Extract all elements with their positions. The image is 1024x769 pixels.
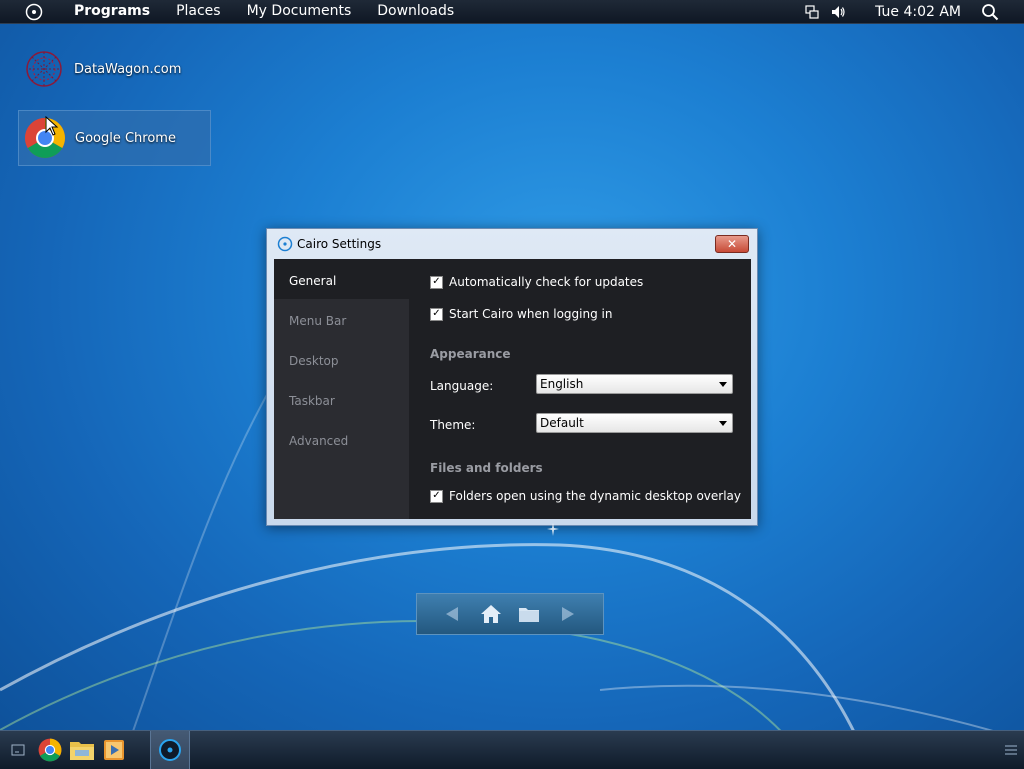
checkbox-checked-icon: ✓ xyxy=(430,307,443,321)
browse-folder-button[interactable] xyxy=(517,602,541,626)
menu-bar: Programs Places My Documents Downloads T… xyxy=(0,0,1024,24)
desktop-icon-label: DataWagon.com xyxy=(74,61,182,77)
settings-nav: General Menu Bar Desktop Taskbar Advance… xyxy=(274,259,409,519)
back-button[interactable] xyxy=(440,602,464,626)
cairo-logo-icon xyxy=(277,236,293,252)
nav-item-taskbar[interactable]: Taskbar xyxy=(274,379,409,419)
file-explorer-icon xyxy=(70,742,94,760)
taskbar-cairo-settings-button[interactable] xyxy=(150,731,190,769)
forward-button[interactable] xyxy=(556,602,580,626)
home-button[interactable] xyxy=(479,602,503,626)
show-desktop-button[interactable] xyxy=(2,734,34,766)
volume-icon[interactable] xyxy=(830,4,846,20)
folders-overlay-checkbox[interactable]: ✓ Folders open using the dynamic desktop… xyxy=(430,489,741,503)
menu-programs[interactable]: Programs xyxy=(61,0,163,23)
settings-window: Cairo Settings ✕ General Menu Bar Deskto… xyxy=(266,228,758,526)
show-desktop-icon xyxy=(11,744,25,756)
window-title: Cairo Settings xyxy=(297,237,382,251)
theme-label: Theme: xyxy=(430,418,476,432)
mouse-cursor-icon xyxy=(45,116,59,136)
close-icon: ✕ xyxy=(726,237,738,251)
theme-select[interactable]: Default xyxy=(536,413,733,433)
auto-update-label: Automatically check for updates xyxy=(449,275,644,289)
taskbar-menu-icon[interactable] xyxy=(1004,743,1018,757)
taskbar-explorer-button[interactable] xyxy=(66,734,98,766)
taskbar xyxy=(0,730,1024,769)
taskbar-media-player-button[interactable] xyxy=(98,734,130,766)
search-icon[interactable] xyxy=(981,3,999,21)
network-icon[interactable] xyxy=(804,4,820,20)
arrow-right-icon xyxy=(561,607,574,621)
start-login-checkbox[interactable]: ✓ Start Cairo when logging in xyxy=(430,307,612,321)
menu-downloads[interactable]: Downloads xyxy=(364,0,467,23)
desktop-icon-datawagon[interactable]: DataWagon.com xyxy=(18,41,211,97)
nav-item-advanced[interactable]: Advanced xyxy=(274,419,409,459)
media-player-icon xyxy=(104,740,124,760)
arrow-left-icon xyxy=(446,607,459,621)
chevron-down-icon xyxy=(719,381,727,387)
appearance-heading: Appearance xyxy=(430,347,511,361)
cairo-logo-icon[interactable] xyxy=(23,1,45,23)
sparkle-icon xyxy=(547,523,559,536)
chrome-icon xyxy=(38,738,62,762)
cairo-logo-icon xyxy=(159,739,181,761)
nav-item-general[interactable]: General xyxy=(274,259,409,299)
clock[interactable]: Tue 4:02 AM xyxy=(851,4,981,20)
close-button[interactable]: ✕ xyxy=(715,235,749,253)
language-select[interactable]: English xyxy=(536,374,733,394)
window-titlebar[interactable]: Cairo Settings ✕ xyxy=(267,229,757,259)
settings-pane: ✓ Automatically check for updates ✓ Star… xyxy=(409,259,751,519)
nav-item-menu-bar[interactable]: Menu Bar xyxy=(274,299,409,339)
checkbox-checked-icon: ✓ xyxy=(430,489,443,503)
start-login-label: Start Cairo when logging in xyxy=(449,307,613,321)
files-folders-heading: Files and folders xyxy=(430,461,543,475)
language-value: English xyxy=(540,377,584,391)
menu-my-documents[interactable]: My Documents xyxy=(234,0,365,23)
desktop-navigation-toolbar xyxy=(416,593,604,635)
menu-places[interactable]: Places xyxy=(163,0,234,23)
chevron-down-icon xyxy=(719,420,727,426)
desktop-icon-label: Google Chrome xyxy=(75,130,176,146)
folder-icon xyxy=(519,608,540,622)
language-label: Language: xyxy=(430,379,494,393)
auto-update-checkbox[interactable]: ✓ Automatically check for updates xyxy=(430,275,643,289)
checkbox-checked-icon: ✓ xyxy=(430,275,443,289)
home-icon xyxy=(480,605,501,623)
taskbar-chrome-button[interactable] xyxy=(34,734,66,766)
theme-value: Default xyxy=(540,416,584,430)
folders-overlay-label: Folders open using the dynamic desktop o… xyxy=(449,489,741,503)
window-content: General Menu Bar Desktop Taskbar Advance… xyxy=(274,259,751,519)
datawagon-icon xyxy=(22,47,66,91)
nav-item-desktop[interactable]: Desktop xyxy=(274,339,409,379)
